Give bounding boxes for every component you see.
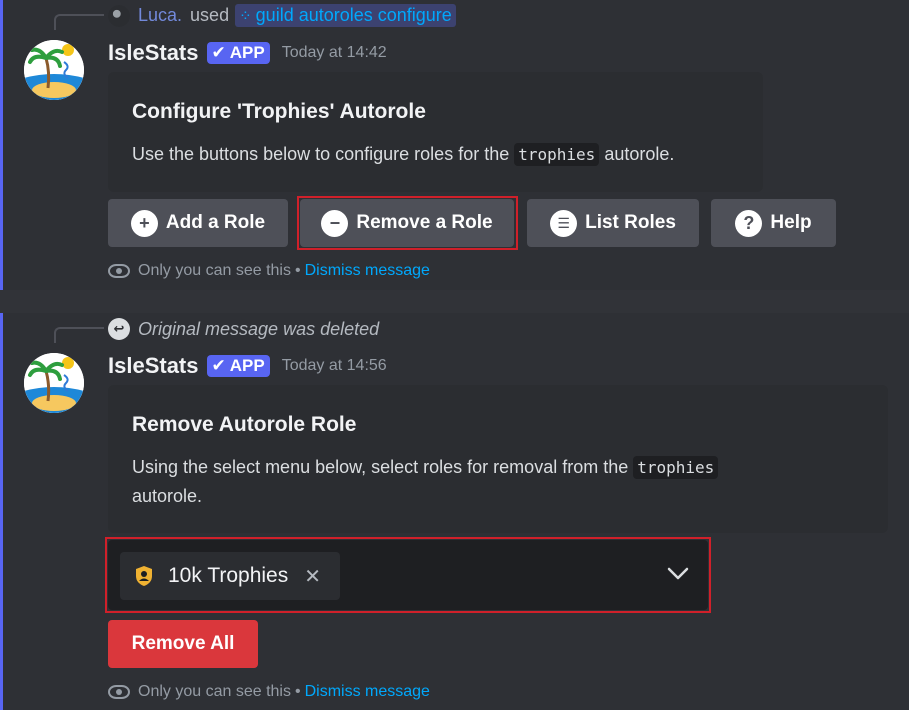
ephemeral-text: Only you can see this bbox=[138, 262, 291, 279]
mention-accent-bar bbox=[0, 313, 3, 710]
embed-description-end: autorole. bbox=[132, 486, 203, 506]
command-reply[interactable]: Luca. used ⁘ guild autoroles configure bbox=[108, 4, 456, 27]
embed-title: Remove Autorole Role bbox=[132, 413, 357, 436]
embed-description: Use the buttons below to configure roles… bbox=[132, 140, 674, 169]
mention-accent-bar bbox=[0, 0, 3, 290]
highlight-box bbox=[105, 537, 711, 613]
embed-description-end: autorole. bbox=[604, 144, 675, 164]
bot-avatar[interactable] bbox=[24, 40, 84, 100]
reply-connector bbox=[54, 14, 104, 30]
bot-username[interactable]: IsleStats bbox=[108, 353, 199, 379]
list-roles-label: List Roles bbox=[585, 212, 676, 233]
command-icon: ⁘ bbox=[239, 7, 252, 25]
message-1: Luca. used ⁘ guild autoroles configure I… bbox=[0, 0, 909, 290]
eye-icon bbox=[108, 264, 130, 278]
reply-used-text: used bbox=[190, 5, 230, 25]
embed-description: Using the select menu below, select role… bbox=[132, 453, 852, 510]
reply-connector bbox=[54, 327, 104, 343]
bot-username[interactable]: IsleStats bbox=[108, 40, 199, 66]
add-role-button[interactable]: + Add a Role bbox=[108, 199, 288, 247]
embed-description-text: Using the select menu below, select role… bbox=[132, 457, 629, 477]
ephemeral-separator: • bbox=[294, 262, 301, 279]
dismiss-message-link[interactable]: Dismiss message bbox=[305, 683, 430, 701]
add-role-label: Add a Role bbox=[165, 212, 266, 233]
message-divider bbox=[0, 290, 909, 313]
embed-title: Configure 'Trophies' Autorole bbox=[132, 100, 426, 123]
ephemeral-notice: Only you can see this • Dismiss message bbox=[108, 683, 430, 701]
help-button[interactable]: ? Help bbox=[711, 199, 836, 247]
help-label: Help bbox=[770, 212, 812, 233]
list-icon: ☰ bbox=[550, 209, 578, 237]
plus-circle-icon: + bbox=[130, 209, 158, 237]
message-header: IsleStats ✔ APP Today at 14:56 bbox=[108, 353, 387, 379]
embed: Remove Autorole Role Using the select me… bbox=[108, 385, 888, 533]
ephemeral-separator: • bbox=[294, 683, 301, 700]
slash-command-pill[interactable]: ⁘ guild autoroles configure bbox=[235, 4, 456, 27]
highlight-box bbox=[297, 196, 518, 250]
inline-code: trophies bbox=[514, 143, 600, 166]
dismiss-message-link[interactable]: Dismiss message bbox=[305, 262, 430, 280]
message-timestamp[interactable]: Today at 14:56 bbox=[282, 357, 387, 375]
embed-description-text: Use the buttons below to configure roles… bbox=[132, 144, 510, 164]
user-avatar-mini[interactable] bbox=[108, 4, 130, 27]
inline-code: trophies bbox=[633, 456, 719, 479]
remove-all-button[interactable]: Remove All bbox=[108, 620, 258, 668]
embed: Configure 'Trophies' Autorole Use the bu… bbox=[108, 72, 763, 192]
verified-check-icon: ✔ bbox=[211, 356, 226, 375]
app-badge-label: APP bbox=[229, 43, 265, 62]
deleted-reply: ↩ Original message was deleted bbox=[108, 318, 379, 340]
reply-username[interactable]: Luca. bbox=[138, 5, 182, 26]
verified-check-icon: ✔ bbox=[211, 43, 226, 62]
ephemeral-text: Only you can see this bbox=[138, 683, 291, 700]
eye-icon bbox=[108, 685, 130, 699]
message-timestamp[interactable]: Today at 14:42 bbox=[282, 44, 387, 62]
reply-arrow-icon: ↩ bbox=[108, 318, 130, 340]
list-roles-button[interactable]: ☰ List Roles bbox=[527, 199, 699, 247]
remove-all-label: Remove All bbox=[131, 633, 235, 654]
ephemeral-notice: Only you can see this • Dismiss message bbox=[108, 262, 430, 280]
app-badge: ✔ APP bbox=[206, 355, 270, 377]
slash-command-name: guild autoroles configure bbox=[255, 5, 452, 25]
question-circle-icon: ? bbox=[735, 209, 763, 237]
app-badge: ✔ APP bbox=[206, 42, 270, 64]
app-badge-label: APP bbox=[229, 356, 265, 375]
deleted-reply-text: Original message was deleted bbox=[138, 318, 380, 339]
bot-avatar[interactable] bbox=[24, 353, 84, 413]
message-header: IsleStats ✔ APP Today at 14:42 bbox=[108, 40, 387, 66]
